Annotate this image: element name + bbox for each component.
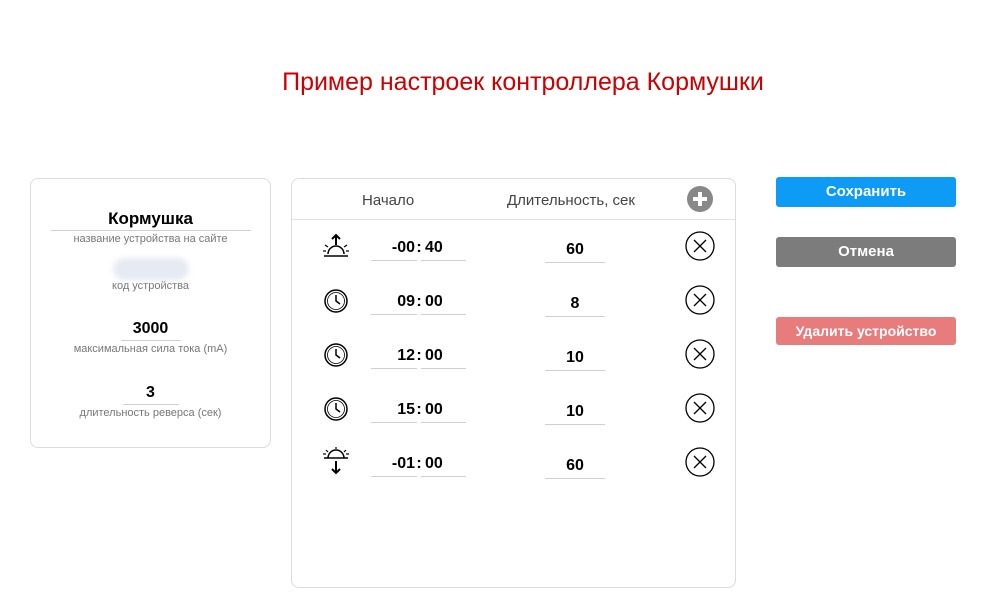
start-hours-input[interactable]: 09 <box>371 291 417 315</box>
schedule-panel: Начало Длительность, сек -00 : 40 60 09 … <box>291 178 736 588</box>
reverse-duration-input[interactable]: 3 <box>122 383 179 405</box>
delete-device-button[interactable]: Удалить устройство <box>776 317 956 345</box>
schedule-row: 12 : 00 10 <box>292 333 735 377</box>
add-schedule-button[interactable] <box>687 186 713 212</box>
max-current-caption: максимальная сила тока (mA) <box>73 343 228 355</box>
schedule-row: 15 : 00 10 <box>292 387 735 431</box>
clock-icon <box>324 289 348 313</box>
device-code-value <box>116 259 186 278</box>
delete-row-button[interactable] <box>685 393 715 423</box>
cancel-button[interactable]: Отмена <box>776 237 956 267</box>
device-code-field: код устройства <box>31 259 270 292</box>
delete-row-button[interactable] <box>685 231 715 261</box>
max-current-field: 3000 максимальная сила тока (mA) <box>31 319 270 355</box>
delete-row-button[interactable] <box>685 339 715 369</box>
header-start: Начало <box>362 192 415 209</box>
start-minutes-input[interactable]: 00 <box>421 453 466 477</box>
duration-input[interactable]: 8 <box>545 293 605 317</box>
duration-input[interactable]: 60 <box>545 239 605 263</box>
start-hours-input[interactable]: -01 <box>371 453 417 477</box>
delete-row-button[interactable] <box>685 285 715 315</box>
duration-input[interactable]: 10 <box>545 401 605 425</box>
start-hours-input[interactable]: -00 <box>371 237 417 261</box>
reverse-duration-field: 3 длительность реверса (сек) <box>31 383 270 419</box>
start-minutes-input[interactable]: 00 <box>421 291 466 315</box>
delete-row-button[interactable] <box>685 447 715 477</box>
header-duration: Длительность, сек <box>507 192 635 209</box>
page-title: Пример настроек контроллера Кормушки <box>282 68 764 96</box>
clock-icon <box>324 397 348 421</box>
start-minutes-input[interactable]: 40 <box>421 237 466 261</box>
reverse-duration-caption: длительность реверса (сек) <box>79 407 222 419</box>
device-name-input[interactable]: Кормушка <box>50 209 251 231</box>
schedule-header: Начало Длительность, сек <box>292 179 735 220</box>
duration-input[interactable]: 60 <box>545 455 605 479</box>
save-button[interactable]: Сохранить <box>776 177 956 207</box>
device-name-caption: название устройства на сайте <box>73 233 228 245</box>
sunrise-icon <box>323 233 349 257</box>
schedule-row: 09 : 00 8 <box>292 279 735 323</box>
start-hours-input[interactable]: 12 <box>371 345 417 369</box>
start-hours-input[interactable]: 15 <box>371 399 417 423</box>
device-name-field: Кормушка название устройства на сайте <box>31 209 270 245</box>
start-minutes-input[interactable]: 00 <box>421 345 466 369</box>
schedule-row: -00 : 40 60 <box>292 225 735 269</box>
schedule-row: -01 : 00 60 <box>292 441 735 485</box>
sunset-icon <box>323 447 349 475</box>
duration-input[interactable]: 10 <box>545 347 605 371</box>
start-minutes-input[interactable]: 00 <box>421 399 466 423</box>
blurred-code <box>116 262 185 276</box>
clock-icon <box>324 343 348 367</box>
max-current-input[interactable]: 3000 <box>120 319 181 341</box>
device-code-caption: код устройства <box>112 280 189 292</box>
device-settings-panel: Кормушка название устройства на сайте ко… <box>30 178 271 448</box>
